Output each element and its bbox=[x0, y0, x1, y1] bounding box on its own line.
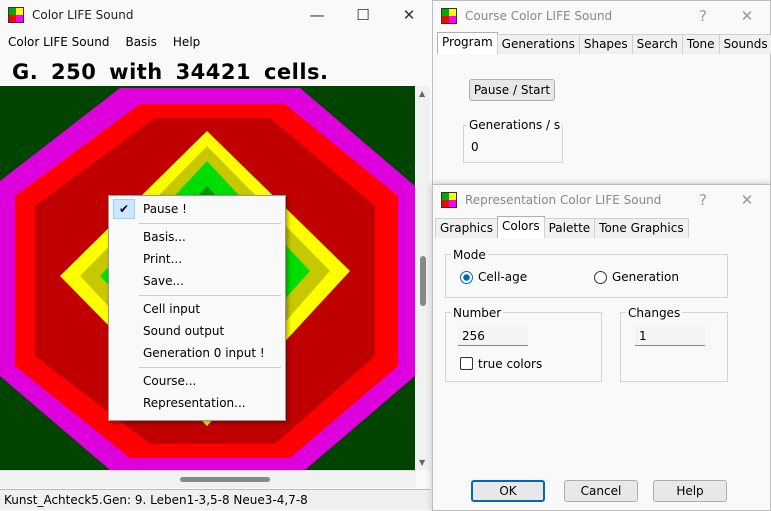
close-icon: ✕ bbox=[402, 6, 416, 24]
checkmark-icon: ✔ bbox=[113, 199, 135, 219]
generation-info: G. 250 with 34421 cells. bbox=[12, 60, 329, 84]
ctx-pause[interactable]: Pause ! bbox=[143, 202, 187, 216]
representation-titlebar[interactable]: Representation Color LIFE Sound ? ✕ bbox=[433, 185, 770, 215]
scroll-thumb[interactable] bbox=[420, 256, 426, 306]
separator bbox=[139, 367, 281, 368]
cancel-button[interactable]: Cancel bbox=[564, 480, 638, 502]
number-group bbox=[445, 312, 602, 382]
number-label: Number bbox=[451, 306, 504, 320]
tab-tone[interactable]: Tone bbox=[681, 34, 720, 54]
context-menu: ✔ Pause ! Basis... Print... Save... Cell… bbox=[108, 195, 286, 421]
help-button[interactable]: ? bbox=[683, 1, 723, 31]
radio-cellage[interactable] bbox=[460, 271, 473, 284]
mode-label: Mode bbox=[451, 248, 488, 262]
maximize-button[interactable]: ☐ bbox=[340, 0, 386, 30]
ctx-sound-output[interactable]: Sound output bbox=[143, 324, 224, 338]
separator bbox=[139, 223, 281, 224]
representation-tabs: Graphics Colors Palette Tone Graphics bbox=[435, 216, 689, 238]
hscroll-thumb[interactable] bbox=[180, 477, 270, 482]
ctx-cell-input[interactable]: Cell input bbox=[143, 302, 200, 316]
course-tabs: Program Generations Shapes Search Tone S… bbox=[437, 32, 771, 54]
vertical-scrollbar[interactable]: ▲ ▼ bbox=[416, 86, 430, 470]
tab-search[interactable]: Search bbox=[631, 34, 683, 54]
ok-button[interactable]: OK bbox=[471, 480, 545, 502]
tab-generations[interactable]: Generations bbox=[496, 34, 580, 54]
menu-basis[interactable]: Basis bbox=[117, 35, 164, 49]
app-icon bbox=[8, 7, 24, 23]
minimize-button[interactable]: — bbox=[294, 0, 340, 30]
changes-field[interactable]: 1 bbox=[635, 326, 705, 346]
generations-value: 0 bbox=[471, 140, 479, 154]
app-icon bbox=[441, 8, 457, 24]
tab-sounds[interactable]: Sounds bbox=[718, 34, 771, 54]
generations-label: Generations / s bbox=[467, 118, 563, 132]
close-icon: ✕ bbox=[740, 191, 754, 209]
status-bar: Kunst_Achteck5.Gen: 9. Leben1-3,5-8 Neue… bbox=[0, 489, 430, 510]
close-button[interactable]: ✕ bbox=[727, 1, 767, 31]
changes-label: Changes bbox=[626, 306, 683, 320]
main-title: Color LIFE Sound bbox=[32, 8, 134, 22]
tab-colors[interactable]: Colors bbox=[497, 216, 545, 238]
scroll-up-icon[interactable]: ▲ bbox=[419, 89, 425, 98]
minimize-icon: — bbox=[309, 6, 325, 24]
ctx-save[interactable]: Save... bbox=[143, 274, 184, 288]
number-field[interactable]: 256 bbox=[458, 326, 528, 346]
course-window: Course Color LIFE Sound ? ✕ Program Gene… bbox=[432, 0, 771, 186]
ctx-generation-input[interactable]: Generation 0 input ! bbox=[143, 346, 265, 360]
separator bbox=[139, 295, 281, 296]
main-titlebar[interactable]: Color LIFE Sound — ☐ ✕ bbox=[0, 0, 432, 30]
app-icon bbox=[441, 192, 457, 208]
cellage-label[interactable]: Cell-age bbox=[478, 270, 527, 284]
tab-graphics[interactable]: Graphics bbox=[435, 218, 498, 238]
ctx-basis[interactable]: Basis... bbox=[143, 230, 186, 244]
tab-tone-graphics[interactable]: Tone Graphics bbox=[594, 218, 689, 238]
close-icon: ✕ bbox=[740, 7, 754, 25]
tab-program[interactable]: Program bbox=[437, 32, 498, 54]
true-colors-label[interactable]: true colors bbox=[478, 357, 542, 371]
changes-group bbox=[620, 312, 728, 382]
scroll-down-icon[interactable]: ▼ bbox=[419, 458, 425, 467]
help-button[interactable]: ? bbox=[683, 185, 723, 215]
generation-label[interactable]: Generation bbox=[612, 270, 679, 284]
menubar: Color LIFE Sound Basis Help bbox=[0, 31, 432, 53]
main-window: Color LIFE Sound — ☐ ✕ Color LIFE Sound … bbox=[0, 0, 432, 511]
horizontal-scrollbar[interactable] bbox=[0, 470, 416, 488]
representation-window: Representation Color LIFE Sound ? ✕ Grap… bbox=[432, 184, 771, 511]
ctx-representation[interactable]: Representation... bbox=[143, 396, 246, 410]
maximize-icon: ☐ bbox=[356, 6, 370, 24]
tab-shapes[interactable]: Shapes bbox=[578, 34, 633, 54]
help-icon: ? bbox=[699, 191, 707, 209]
course-titlebar[interactable]: Course Color LIFE Sound ? ✕ bbox=[433, 1, 770, 31]
help-dialog-button[interactable]: Help bbox=[653, 480, 727, 502]
menu-color-life-sound[interactable]: Color LIFE Sound bbox=[0, 35, 117, 49]
close-button[interactable]: ✕ bbox=[386, 0, 432, 30]
help-icon: ? bbox=[699, 7, 707, 25]
true-colors-checkbox[interactable] bbox=[460, 357, 473, 370]
ctx-print[interactable]: Print... bbox=[143, 252, 182, 266]
pause-start-button[interactable]: Pause / Start bbox=[469, 79, 555, 101]
close-button[interactable]: ✕ bbox=[727, 185, 767, 215]
ctx-course[interactable]: Course... bbox=[143, 374, 196, 388]
radio-generation[interactable] bbox=[594, 271, 607, 284]
course-title: Course Color LIFE Sound bbox=[465, 9, 613, 23]
tab-palette[interactable]: Palette bbox=[543, 218, 596, 238]
status-text: Kunst_Achteck5.Gen: 9. Leben1-3,5-8 Neue… bbox=[4, 493, 308, 507]
menu-help[interactable]: Help bbox=[165, 35, 208, 49]
representation-title: Representation Color LIFE Sound bbox=[465, 193, 662, 207]
